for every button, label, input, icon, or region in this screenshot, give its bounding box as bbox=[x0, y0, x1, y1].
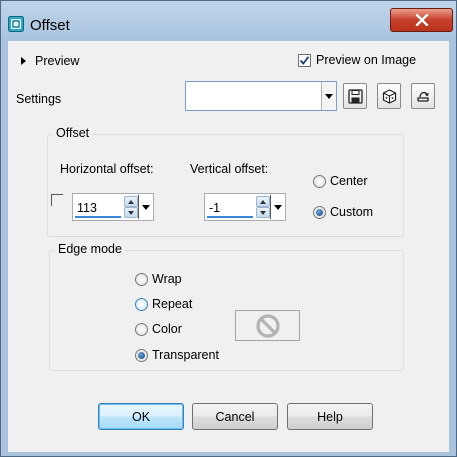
preview-expander[interactable]: Preview bbox=[21, 54, 79, 68]
horizontal-offset-label: Horizontal offset: bbox=[60, 162, 154, 176]
input-focus-underline bbox=[207, 216, 253, 218]
link-offsets-checkbox[interactable] bbox=[51, 194, 63, 206]
reset-cube-icon bbox=[382, 88, 396, 104]
vertical-offset-input[interactable]: -1 bbox=[209, 201, 220, 215]
expand-arrow-icon bbox=[21, 57, 26, 65]
custom-label: Custom bbox=[330, 205, 374, 219]
cancel-button[interactable]: Cancel bbox=[192, 403, 278, 430]
help-button[interactable]: Help bbox=[287, 403, 373, 430]
save-preset-button[interactable] bbox=[343, 83, 367, 109]
close-x-icon bbox=[415, 14, 428, 26]
randomize-button[interactable] bbox=[377, 83, 401, 109]
title-bar[interactable]: Offset bbox=[1, 1, 456, 41]
preview-on-image-checkbox[interactable]: Preview on Image bbox=[298, 53, 416, 67]
chevron-down-icon bbox=[273, 204, 282, 210]
restore-defaults-icon bbox=[417, 91, 429, 102]
arrow-down-icon bbox=[260, 210, 266, 215]
edge-wrap-radio[interactable]: Wrap bbox=[135, 272, 182, 286]
edge-transparent-radio[interactable]: Transparent bbox=[135, 348, 219, 362]
offset-dialog-window: Offset Preview Preview on Image Settings bbox=[0, 0, 457, 457]
radio-button[interactable] bbox=[313, 174, 326, 188]
horizontal-offset-spinner[interactable]: 113 bbox=[72, 193, 154, 221]
vertical-slider-dropdown[interactable] bbox=[270, 195, 284, 219]
input-focus-underline bbox=[75, 216, 121, 218]
preview-on-image-label: Preview on Image bbox=[316, 53, 417, 67]
arrow-up-icon bbox=[260, 199, 266, 204]
checkmark-icon bbox=[299, 55, 310, 65]
settings-dropdown-arrow[interactable] bbox=[321, 82, 336, 110]
edge-repeat-radio[interactable]: Repeat bbox=[135, 297, 192, 311]
radio-button[interactable] bbox=[135, 322, 148, 336]
vertical-increment-button[interactable] bbox=[256, 196, 270, 207]
repeat-label: Repeat bbox=[152, 297, 193, 311]
horizontal-offset-input[interactable]: 113 bbox=[77, 201, 97, 215]
radio-selected-dot bbox=[138, 351, 145, 359]
arrow-up-icon bbox=[128, 199, 134, 204]
arrow-down-icon bbox=[128, 210, 134, 215]
save-icon bbox=[347, 88, 363, 104]
horizontal-decrement-button[interactable] bbox=[124, 207, 138, 218]
window-title: Offset bbox=[30, 17, 70, 34]
chevron-down-icon bbox=[141, 204, 150, 210]
color-label: Color bbox=[152, 322, 182, 336]
edge-color-swatch[interactable] bbox=[235, 310, 300, 341]
edge-color-radio[interactable]: Color bbox=[135, 322, 182, 336]
horizontal-increment-button[interactable] bbox=[124, 196, 138, 207]
preview-label: Preview bbox=[35, 54, 80, 68]
vertical-offset-label: Vertical offset: bbox=[190, 162, 269, 176]
offset-app-icon bbox=[8, 16, 24, 32]
custom-radio[interactable]: Custom bbox=[313, 205, 373, 219]
radio-button[interactable] bbox=[135, 297, 148, 311]
radio-button[interactable] bbox=[135, 348, 148, 362]
vertical-offset-spinner[interactable]: -1 bbox=[204, 193, 286, 221]
radio-button[interactable] bbox=[313, 205, 326, 219]
offset-group-title: Offset bbox=[53, 126, 93, 140]
edge-mode-group-title: Edge mode bbox=[55, 242, 125, 256]
ok-button[interactable]: OK bbox=[98, 403, 184, 430]
center-label: Center bbox=[330, 174, 368, 188]
radio-button[interactable] bbox=[135, 272, 148, 286]
transparent-label: Transparent bbox=[152, 348, 219, 362]
vertical-updown bbox=[256, 196, 270, 218]
horizontal-updown bbox=[124, 196, 138, 218]
wrap-label: Wrap bbox=[152, 272, 182, 286]
settings-dropdown[interactable] bbox=[185, 81, 337, 111]
settings-label: Settings bbox=[16, 92, 62, 106]
close-button[interactable] bbox=[390, 8, 453, 32]
no-color-icon bbox=[255, 313, 280, 338]
restore-defaults-button[interactable] bbox=[411, 83, 435, 109]
radio-selected-dot bbox=[316, 208, 323, 216]
edge-mode-group: Edge mode bbox=[49, 242, 404, 371]
horizontal-slider-dropdown[interactable] bbox=[138, 195, 152, 219]
vertical-decrement-button[interactable] bbox=[256, 207, 270, 218]
center-radio[interactable]: Center bbox=[313, 174, 368, 188]
checkbox-box[interactable] bbox=[298, 53, 311, 67]
dialog-client-area: Preview Preview on Image Settings Offset… bbox=[8, 41, 449, 452]
chevron-down-icon bbox=[325, 93, 333, 99]
